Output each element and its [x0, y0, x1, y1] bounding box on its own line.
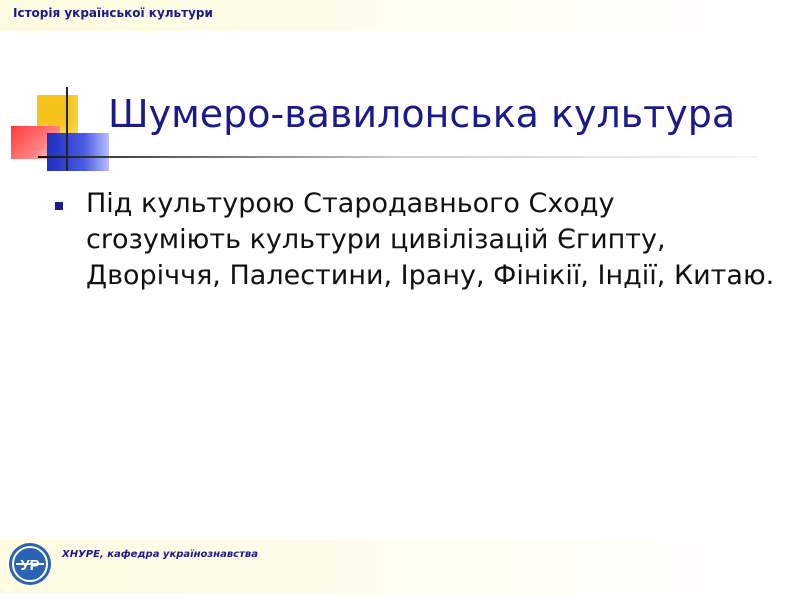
decorative-vertical-line	[66, 87, 68, 171]
bullet-list: Під культурою Стародавнього Сходу сrозум…	[55, 186, 775, 294]
title-underline	[38, 156, 758, 158]
bullet-item: Під культурою Стародавнього Сходу сrозум…	[55, 186, 775, 294]
logo-letters: УР	[20, 557, 39, 574]
slide: Історія української культури Шумеро-вави…	[0, 0, 800, 600]
university-logo-icon: УР	[9, 543, 51, 585]
slide-title: Шумеро-вавилонська культура	[108, 92, 736, 136]
department-label: ХНУРЕ, кафедра українознавства	[62, 549, 258, 560]
decorative-blue-square	[47, 133, 109, 171]
course-label: Історія української культури	[13, 6, 213, 20]
square-bullet-icon	[55, 202, 63, 210]
bullet-text: Під культурою Стародавнього Сходу сrозум…	[86, 188, 775, 291]
header-band: Історія української культури	[0, 0, 800, 31]
footer-band	[0, 540, 800, 593]
